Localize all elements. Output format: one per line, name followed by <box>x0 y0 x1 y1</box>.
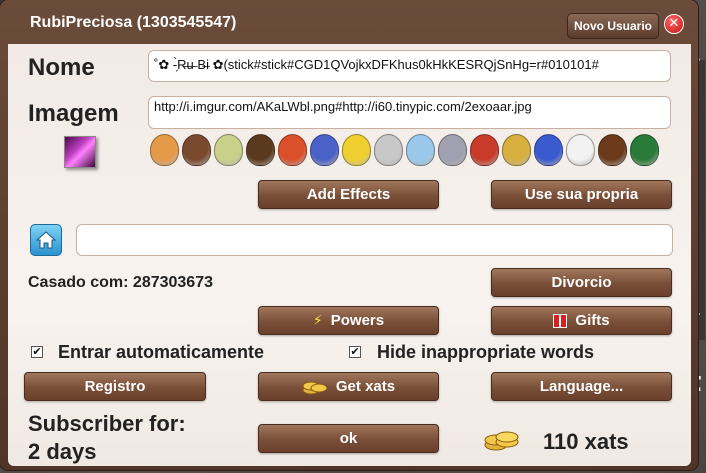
gifts-button[interactable]: Gifts <box>491 306 672 335</box>
avatar-option-8[interactable] <box>374 134 403 166</box>
gifts-label: Gifts <box>575 312 610 329</box>
avatar-option-10[interactable] <box>438 134 467 166</box>
current-avatar[interactable] <box>64 136 96 168</box>
name-field[interactable]: ˚✿ -̗̀R̶u̶ B̶i ✿(stick#stick#CGD1QVojkxD… <box>148 50 671 82</box>
avatar-option-11[interactable] <box>470 134 499 166</box>
subscriber-line-1: Subscriber for: <box>28 411 186 436</box>
use-own-button[interactable]: Use sua propria <box>491 180 672 209</box>
auto-login-label: Entrar automaticamente <box>58 342 265 362</box>
ok-button[interactable]: ok <box>258 424 439 453</box>
avatar-option-3[interactable] <box>214 134 243 166</box>
register-button[interactable]: Registro <box>24 372 206 401</box>
add-effects-button[interactable]: Add Effects <box>258 180 439 209</box>
avatar-option-6[interactable] <box>310 134 339 166</box>
close-icon[interactable]: ✕ <box>664 14 684 34</box>
avatar-option-2[interactable] <box>182 134 211 166</box>
avatar-picker <box>150 134 659 170</box>
avatar-option-4[interactable] <box>246 134 275 166</box>
avatar-option-13[interactable] <box>534 134 563 166</box>
hide-words-label: Hide inappropriate words <box>377 342 595 362</box>
avatar-option-14[interactable] <box>566 134 595 166</box>
subscriber-line-2: 2 days <box>28 439 97 464</box>
coins-icon <box>302 378 328 396</box>
name-label: Nome <box>28 54 95 81</box>
dialog-body: Nome ˚✿ -̗̀R̶u̶ B̶i ✿(stick#stick#CGD1QV… <box>8 44 691 466</box>
powers-button[interactable]: ⚡ Powers <box>258 306 439 335</box>
avatar-option-1[interactable] <box>150 134 179 166</box>
image-url-field[interactable]: http://i.imgur.com/AKaLWbl.png#http://i6… <box>148 96 671 129</box>
avatar-option-7[interactable] <box>342 134 371 166</box>
avatar-option-5[interactable] <box>278 134 307 166</box>
get-xats-button[interactable]: Get xats <box>258 372 439 401</box>
balance-coins-icon <box>484 427 520 458</box>
divorce-button[interactable]: Divorcio <box>491 268 672 297</box>
lightning-icon: ⚡ <box>312 312 323 329</box>
profile-dialog: RubiPreciosa (1303545547) Novo Usuario ✕… <box>0 0 698 470</box>
title-bar: RubiPreciosa (1303545547) Novo Usuario ✕ <box>0 0 698 44</box>
gift-icon <box>553 313 568 328</box>
new-user-button[interactable]: Novo Usuario <box>567 13 659 39</box>
powers-label: Powers <box>330 312 385 329</box>
avatar-option-12[interactable] <box>502 134 531 166</box>
married-text: Casado com: 287303673 <box>28 274 213 291</box>
avatar-option-16[interactable] <box>630 134 659 166</box>
home-icon[interactable] <box>30 224 62 256</box>
get-xats-label: Get xats <box>335 378 396 395</box>
homepage-field[interactable] <box>76 224 673 256</box>
hide-words-checkbox[interactable]: ✔ <box>349 346 361 358</box>
xats-balance: 110 xats <box>543 429 629 454</box>
image-label: Imagem <box>28 100 119 127</box>
subscriber-text: Subscriber for: 2 days <box>28 410 186 466</box>
language-button[interactable]: Language... <box>491 372 672 401</box>
auto-login-checkbox[interactable]: ✔ <box>31 346 43 358</box>
avatar-option-9[interactable] <box>406 134 435 166</box>
avatar-option-15[interactable] <box>598 134 627 166</box>
dialog-title: RubiPreciosa (1303545547) <box>30 14 237 31</box>
